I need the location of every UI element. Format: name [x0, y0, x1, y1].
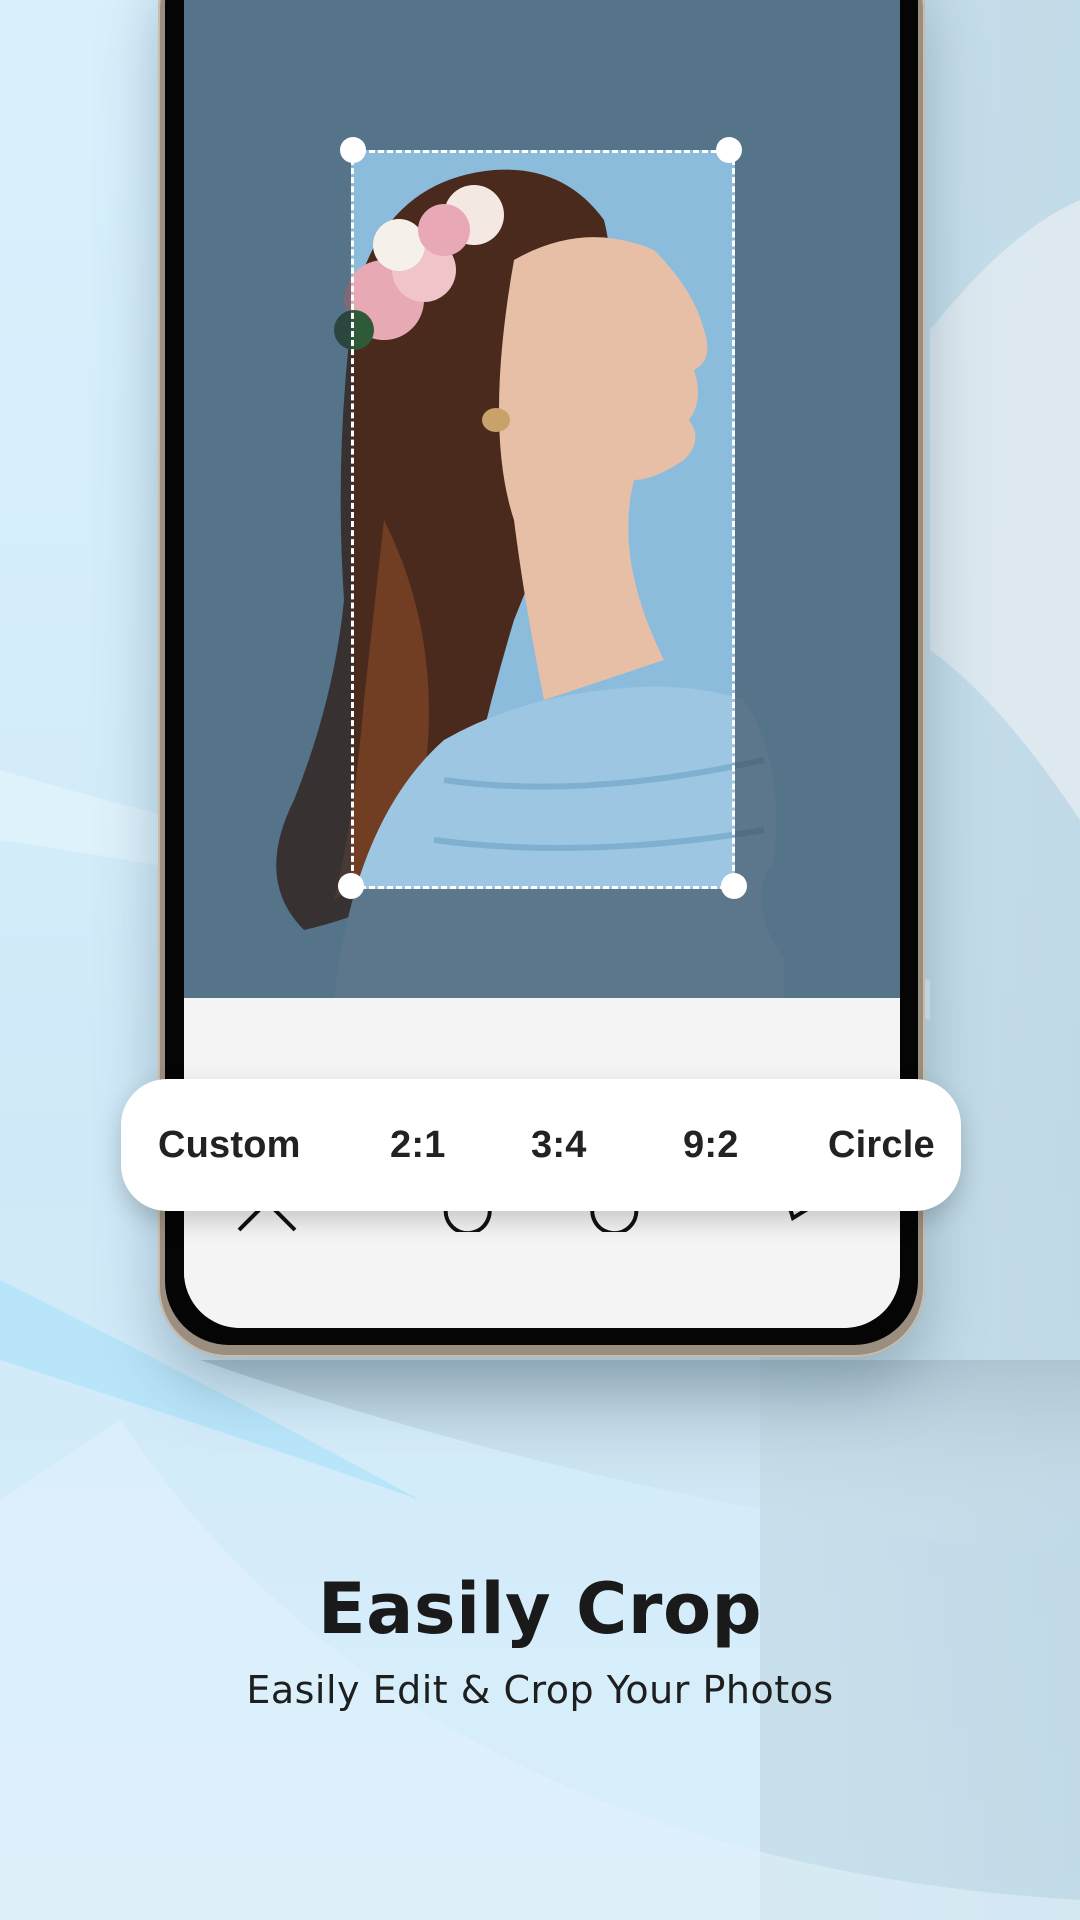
ratio-option-2-1[interactable]: 2:1 [390, 1079, 446, 1211]
crop-dim-top [184, 0, 900, 150]
crop-dim-right [735, 150, 900, 889]
ratio-option-custom[interactable]: Custom [158, 1079, 301, 1211]
crop-handle-top-left[interactable] [340, 137, 366, 163]
ratio-option-circle[interactable]: Circle [828, 1079, 935, 1211]
promo-subtitle: Easily Edit & Crop Your Photos [246, 1668, 834, 1712]
promo-title: Easily Crop [317, 1568, 763, 1650]
crop-dim-bottom [184, 889, 900, 998]
ratio-option-3-4[interactable]: 3:4 [531, 1079, 587, 1211]
crop-handle-top-right[interactable] [716, 137, 742, 163]
photo-canvas[interactable] [184, 0, 900, 998]
aspect-ratio-selector: Custom 2:1 3:4 9:2 Circle [121, 1079, 961, 1211]
crop-handle-bottom-right[interactable] [721, 873, 747, 899]
ratio-option-9-2[interactable]: 9:2 [683, 1079, 739, 1211]
crop-dim-left [184, 150, 351, 889]
crop-handle-bottom-left[interactable] [338, 873, 364, 899]
crop-rectangle[interactable] [351, 150, 735, 889]
